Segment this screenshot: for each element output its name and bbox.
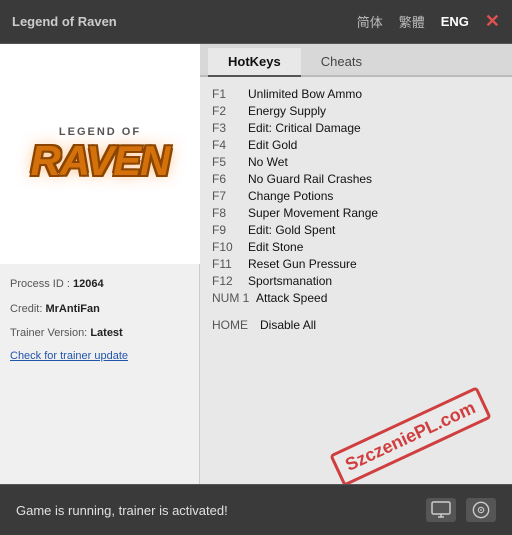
hotkey-f6: F6 No Guard Rail Crashes	[212, 170, 500, 187]
trainer-value: Latest	[90, 327, 122, 339]
status-message: Game is running, trainer is activated!	[16, 503, 228, 518]
hotkey-num1: NUM 1 Attack Speed	[212, 289, 500, 306]
key-f11: F11	[212, 257, 248, 271]
music-icon[interactable]	[466, 498, 496, 522]
trainer-version-row: Trainer Version: Latest	[10, 325, 189, 342]
title-bar: Legend of Raven 简体 繁體 ENG ✕	[0, 0, 512, 44]
key-home: HOME	[212, 318, 260, 332]
key-f6: F6	[212, 172, 248, 186]
desc-home: Disable All	[260, 318, 316, 332]
desc-f10: Edit Stone	[248, 240, 303, 254]
desc-f11: Reset Gun Pressure	[248, 257, 357, 271]
hotkey-home: HOME Disable All	[212, 316, 500, 334]
credit-label: Credit:	[10, 303, 42, 315]
logo-container: LEGEND OF RAVEN	[20, 74, 180, 234]
hotkeys-list: F1 Unlimited Bow Ammo F2 Energy Supply F…	[200, 77, 512, 484]
lang-simplified[interactable]: 简体	[357, 12, 383, 31]
tab-cheats[interactable]: Cheats	[301, 48, 382, 77]
key-f7: F7	[212, 189, 248, 203]
monitor-icon[interactable]	[426, 498, 456, 522]
logo-raven-text: RAVEN	[31, 140, 170, 182]
desc-f3: Edit: Critical Damage	[248, 121, 361, 135]
tab-hotkeys[interactable]: HotKeys	[208, 48, 301, 77]
key-f12: F12	[212, 274, 248, 288]
hotkey-f10: F10 Edit Stone	[212, 238, 500, 255]
hotkey-f1: F1 Unlimited Bow Ammo	[212, 85, 500, 102]
hotkey-f11: F11 Reset Gun Pressure	[212, 255, 500, 272]
hotkey-f2: F2 Energy Supply	[212, 102, 500, 119]
status-icons	[426, 498, 496, 522]
title-bar-controls: 简体 繁體 ENG ✕	[357, 11, 500, 32]
lang-english[interactable]: ENG	[441, 14, 469, 29]
close-button[interactable]: ✕	[485, 11, 500, 32]
desc-f4: Edit Gold	[248, 138, 297, 152]
key-f1: F1	[212, 87, 248, 101]
status-bar: Game is running, trainer is activated!	[0, 484, 512, 535]
hotkey-f7: F7 Change Potions	[212, 187, 500, 204]
desc-f12: Sportsmanation	[248, 274, 332, 288]
lang-traditional[interactable]: 繁體	[399, 12, 425, 31]
hotkey-f3: F3 Edit: Critical Damage	[212, 119, 500, 136]
left-info: Process ID : 12064 Credit: MrAntiFan Tra…	[0, 264, 199, 484]
stamp-text: SzczeniePL.com	[329, 386, 492, 484]
process-value: 12064	[73, 278, 104, 290]
game-logo-area: LEGEND OF RAVEN	[0, 44, 200, 264]
hotkey-f4: F4 Edit Gold	[212, 136, 500, 153]
hotkey-f5: F5 No Wet	[212, 153, 500, 170]
desc-f7: Change Potions	[248, 189, 333, 203]
main-content: LEGEND OF RAVEN Process ID : 12064 Credi…	[0, 44, 512, 484]
desc-num1: Attack Speed	[256, 291, 327, 305]
desc-f2: Energy Supply	[248, 104, 326, 118]
key-f2: F2	[212, 104, 248, 118]
stamp-overlay: SzczeniePL.com	[329, 386, 492, 484]
desc-f6: No Guard Rail Crashes	[248, 172, 372, 186]
credit-value: MrAntiFan	[45, 303, 99, 315]
desc-f9: Edit: Gold Spent	[248, 223, 335, 237]
desc-f8: Super Movement Range	[248, 206, 378, 220]
key-f5: F5	[212, 155, 248, 169]
separator	[212, 306, 500, 316]
key-f8: F8	[212, 206, 248, 220]
key-f9: F9	[212, 223, 248, 237]
process-id-row: Process ID : 12064	[10, 276, 189, 293]
key-f10: F10	[212, 240, 248, 254]
key-num1: NUM 1	[212, 291, 256, 305]
left-panel: LEGEND OF RAVEN Process ID : 12064 Credi…	[0, 44, 200, 484]
app-title: Legend of Raven	[12, 14, 117, 29]
key-f4: F4	[212, 138, 248, 152]
key-f3: F3	[212, 121, 248, 135]
desc-f1: Unlimited Bow Ammo	[248, 87, 362, 101]
trainer-label: Trainer Version:	[10, 327, 87, 339]
process-label: Process ID :	[10, 278, 73, 290]
hotkey-f8: F8 Super Movement Range	[212, 204, 500, 221]
update-link[interactable]: Check for trainer update	[10, 350, 189, 362]
credit-row: Credit: MrAntiFan	[10, 301, 189, 318]
desc-f5: No Wet	[248, 155, 288, 169]
hotkey-f9: F9 Edit: Gold Spent	[212, 221, 500, 238]
right-panel: HotKeys Cheats F1 Unlimited Bow Ammo F2 …	[200, 44, 512, 484]
tabs-bar: HotKeys Cheats	[200, 44, 512, 77]
hotkey-f12: F12 Sportsmanation	[212, 272, 500, 289]
